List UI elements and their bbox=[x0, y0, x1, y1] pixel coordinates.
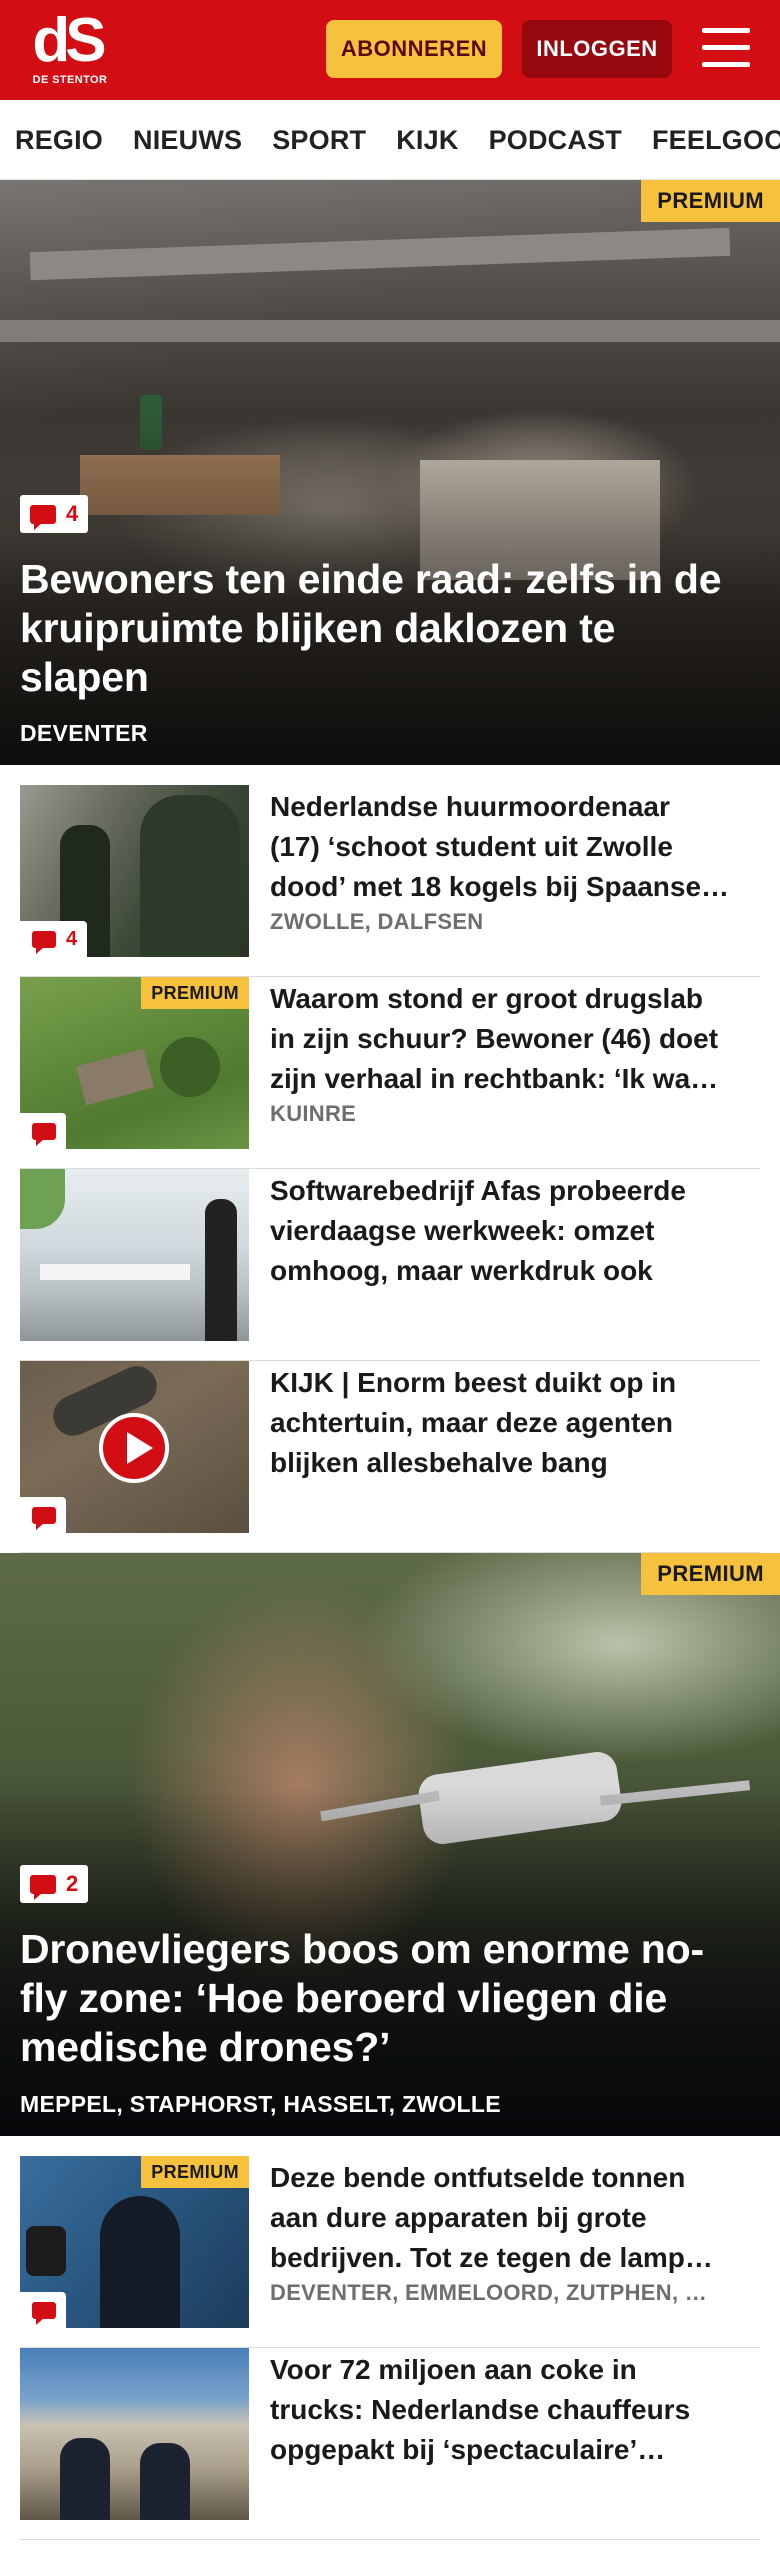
hero-headline[interactable]: Bewoners ten einde raad: zelfs in de kru… bbox=[20, 555, 750, 702]
comment-count-badge[interactable]: 4 bbox=[20, 495, 89, 533]
logo-text: DE STENTOR bbox=[32, 74, 108, 86]
list-item[interactable]: Softwarebedrijf Afas probeerde vierdaags… bbox=[20, 1169, 760, 1361]
nav-item-nieuws[interactable]: NIEUWS bbox=[133, 125, 242, 156]
menu-line bbox=[702, 45, 750, 50]
article-title[interactable]: KIJK | Enorm beest duikt op in achtertui… bbox=[270, 1363, 760, 1483]
menu-line bbox=[702, 28, 750, 33]
article-location: KUINRE bbox=[270, 1101, 357, 1126]
thumbnail-gang: PREMIUM bbox=[20, 2156, 249, 2328]
speech-bubble-icon bbox=[32, 930, 56, 954]
speech-bubble-icon bbox=[32, 2301, 56, 2325]
hero-article-drones[interactable]: PREMIUM 2 Dronevliegers boos om enorme n… bbox=[0, 1553, 780, 2136]
farm-building bbox=[76, 1048, 154, 1106]
article-location: ZWOLLE, DALFSEN bbox=[270, 909, 484, 934]
thumbnail-farm-aerial: PREMIUM bbox=[20, 977, 249, 1149]
watch bbox=[26, 2226, 66, 2276]
thumbnail-police-building bbox=[20, 2348, 249, 2520]
silhouette bbox=[100, 2196, 180, 2328]
comment-count: 4 bbox=[66, 501, 79, 526]
nav-item-feelgood[interactable]: FEELGOOD bbox=[652, 125, 780, 156]
login-button[interactable]: INLOGGEN bbox=[522, 20, 672, 78]
speech-bubble-icon bbox=[30, 1874, 56, 1900]
hero-article-kruipruimte[interactable]: PREMIUM 4 Bewoners ten einde raad: zelfs… bbox=[0, 180, 780, 765]
tree-cluster bbox=[160, 1037, 220, 1097]
top-bar: dS DE STENTOR ABONNEREN INLOGGEN bbox=[0, 0, 780, 100]
article-location: DEVENTER, EMMELOORD, ZUTPHEN, … bbox=[270, 2280, 708, 2305]
comment-count-badge[interactable]: 2 bbox=[20, 1865, 89, 1903]
play-icon[interactable] bbox=[99, 1413, 169, 1483]
comment-count-badge[interactable] bbox=[20, 1113, 66, 1149]
premium-badge: PREMIUM bbox=[641, 180, 780, 222]
section-nav: REGIO NIEUWS SPORT KIJK PODCAST FEELGOOD… bbox=[0, 100, 780, 180]
list-item[interactable]: PREMIUM Waarom stond er groot drugslab i… bbox=[20, 977, 760, 1169]
article-title[interactable]: Voor 72 miljoen aan coke in trucks: Nede… bbox=[270, 2350, 760, 2470]
premium-badge: PREMIUM bbox=[141, 2156, 249, 2188]
comment-count: 4 bbox=[66, 927, 78, 950]
comment-count: 2 bbox=[66, 1871, 79, 1896]
speech-bubble-icon bbox=[30, 504, 56, 530]
thumbnail-office bbox=[20, 1169, 249, 1341]
site-logo[interactable]: dS DE STENTOR bbox=[28, 10, 112, 90]
comment-count-badge[interactable]: 4 bbox=[20, 921, 88, 957]
nav-item-podcast[interactable]: PODCAST bbox=[489, 125, 622, 156]
list-item[interactable]: 4 Nederlandse huurmoordenaar (17) ‘schoo… bbox=[20, 785, 760, 977]
speech-bubble-icon bbox=[32, 1506, 56, 1530]
premium-badge: PREMIUM bbox=[141, 977, 249, 1009]
list-item[interactable]: KIJK | Enorm beest duikt op in achtertui… bbox=[20, 1361, 760, 1553]
premium-badge: PREMIUM bbox=[641, 1553, 780, 1595]
officer bbox=[140, 2443, 190, 2520]
person bbox=[205, 1199, 237, 1341]
subscribe-button[interactable]: ABONNEREN bbox=[326, 20, 502, 78]
hero-location: DEVENTER bbox=[20, 720, 148, 746]
officer bbox=[60, 2438, 110, 2520]
list-item[interactable]: PREMIUM Deze bende ontfutselde tonnen aa… bbox=[20, 2156, 760, 2348]
list-item[interactable]: Voor 72 miljoen aan coke in trucks: Nede… bbox=[20, 2348, 760, 2540]
article-title[interactable]: Deze bende ontfutselde tonnen aan dure a… bbox=[270, 2158, 760, 2278]
logo-mark: dS bbox=[32, 6, 106, 75]
desk bbox=[40, 1264, 190, 1280]
comment-count-badge[interactable] bbox=[20, 2292, 66, 2328]
article-title[interactable]: Waarom stond er groot drugslab in zijn s… bbox=[270, 979, 760, 1099]
thumbnail-garden-animal bbox=[20, 1361, 249, 1533]
menu-line bbox=[702, 62, 750, 67]
hero-headline[interactable]: Dronevliegers boos om enorme no-fly zone… bbox=[20, 1925, 750, 2072]
nav-item-sport[interactable]: SPORT bbox=[272, 125, 366, 156]
thumbnail-arrest: 4 bbox=[20, 785, 249, 957]
article-title[interactable]: Softwarebedrijf Afas probeerde vierdaags… bbox=[270, 1171, 760, 1291]
hero-location: MEPPEL, STAPHORST, HASSELT, ZWOLLE bbox=[20, 2091, 501, 2117]
hamburger-menu-icon[interactable] bbox=[700, 24, 752, 72]
nav-item-kijk[interactable]: KIJK bbox=[396, 125, 458, 156]
article-title[interactable]: Nederlandse huurmoordenaar (17) ‘schoot … bbox=[270, 787, 760, 907]
speech-bubble-icon bbox=[32, 1122, 56, 1146]
plant bbox=[20, 1169, 65, 1229]
comment-count-badge[interactable] bbox=[20, 1497, 66, 1533]
nav-item-regio[interactable]: REGIO bbox=[15, 125, 103, 156]
figure bbox=[140, 795, 240, 957]
